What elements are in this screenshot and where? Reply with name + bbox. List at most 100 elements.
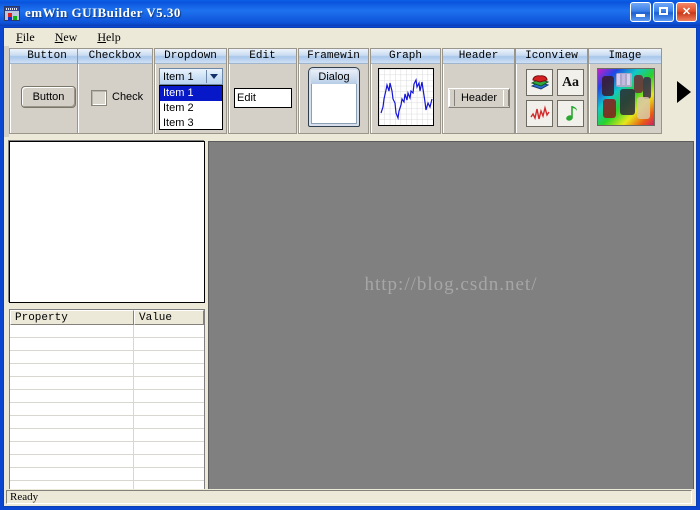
widget-preview-checkbox-label: Check <box>112 91 144 103</box>
property-row[interactable] <box>10 429 204 442</box>
property-row[interactable] <box>10 455 204 468</box>
books-icon[interactable] <box>526 69 553 96</box>
toolbox-panel-edit[interactable]: Edit Edit <box>228 48 297 134</box>
property-value-cell[interactable] <box>134 325 204 337</box>
widget-toolbox: Button Button Checkbox Check Dropdown It… <box>4 46 696 139</box>
panel-title-framewin: Framewin <box>299 49 368 64</box>
property-value-cell[interactable] <box>134 364 204 376</box>
property-name-cell[interactable] <box>10 442 134 454</box>
property-grid[interactable]: Property Value <box>9 309 205 499</box>
toolbox-panel-image[interactable]: Image <box>588 48 662 134</box>
dropdown-option-1[interactable]: Item 1 <box>160 86 222 101</box>
toolbox-panel-graph[interactable]: Graph <box>370 48 441 134</box>
widget-preview-framewin[interactable]: Dialog <box>308 67 360 127</box>
property-row[interactable] <box>10 416 204 429</box>
toolbox-panel-iconview[interactable]: Iconview Aa <box>515 48 588 134</box>
widget-tree-pane[interactable] <box>9 141 205 303</box>
property-value-cell[interactable] <box>134 442 204 454</box>
dropdown-option-list[interactable]: Item 1 Item 2 Item 3 <box>159 85 223 130</box>
widget-preview-checkbox-box[interactable] <box>91 90 107 106</box>
menu-bar: File New Help <box>4 28 696 46</box>
panel-title-iconview: Iconview <box>516 49 587 64</box>
property-value-cell[interactable] <box>134 390 204 402</box>
menu-item-new[interactable]: New <box>47 29 86 46</box>
iconview-aa-label: Aa <box>561 74 580 90</box>
property-row[interactable] <box>10 442 204 455</box>
property-name-cell[interactable] <box>10 429 134 441</box>
music-note-icon[interactable] <box>557 100 584 127</box>
dropdown-option-2[interactable]: Item 2 <box>160 101 222 116</box>
property-column-header[interactable]: Property <box>10 310 134 325</box>
maximize-button[interactable] <box>653 2 674 22</box>
property-row[interactable] <box>10 338 204 351</box>
dropdown-selected-value: Item 1 <box>163 70 194 83</box>
client-area: File New Help Button Button Checkbox Che… <box>3 27 697 507</box>
text-aa-icon[interactable]: Aa <box>557 69 584 96</box>
triangle-right-icon <box>677 80 691 103</box>
toolbox-panel-checkbox[interactable]: Checkbox Check <box>77 48 153 134</box>
application-window: emWin GUIBuilder V5.30 ✕ File New Help B <box>0 0 700 510</box>
widget-preview-header[interactable]: Header <box>448 88 510 108</box>
property-row[interactable] <box>10 325 204 338</box>
property-row[interactable] <box>10 351 204 364</box>
property-row[interactable] <box>10 364 204 377</box>
toolbox-panel-button[interactable]: Button Button <box>9 48 85 134</box>
property-name-cell[interactable] <box>10 390 134 402</box>
panel-body-edit: Edit <box>229 64 296 134</box>
property-value-cell[interactable] <box>134 338 204 350</box>
property-name-cell[interactable] <box>10 416 134 428</box>
panel-title-checkbox: Checkbox <box>78 49 152 64</box>
menu-item-help[interactable]: Help <box>89 29 128 46</box>
property-value-cell[interactable] <box>134 377 204 389</box>
window-controls: ✕ <box>630 2 697 22</box>
property-row[interactable] <box>10 377 204 390</box>
panel-body-image <box>589 64 661 134</box>
menu-item-file[interactable]: File <box>8 29 43 46</box>
property-grid-header: Property Value <box>10 310 204 325</box>
widget-preview-graph[interactable] <box>378 68 434 126</box>
property-value-cell[interactable] <box>134 351 204 363</box>
widget-preview-image[interactable] <box>597 68 655 126</box>
property-value-cell[interactable] <box>134 455 204 467</box>
toolbox-panel-dropdown[interactable]: Dropdown Item 1 Item 1 Item 2 Item 3 <box>154 48 227 134</box>
property-name-cell[interactable] <box>10 364 134 376</box>
property-name-cell[interactable] <box>10 455 134 467</box>
app-window-icon <box>4 5 20 21</box>
property-row[interactable] <box>10 403 204 416</box>
design-canvas[interactable]: http://blog.csdn.net/ <box>208 141 694 499</box>
property-name-cell[interactable] <box>10 377 134 389</box>
property-row[interactable] <box>10 468 204 481</box>
dropdown-option-3[interactable]: Item 3 <box>160 116 222 131</box>
minimize-button[interactable] <box>630 2 651 22</box>
value-column-header[interactable]: Value <box>134 310 204 325</box>
property-name-cell[interactable] <box>10 351 134 363</box>
menu-file-rest: ile <box>22 29 35 44</box>
status-bar: Ready <box>4 489 696 506</box>
widget-preview-button[interactable]: Button <box>21 86 76 108</box>
menu-new-rest: ew <box>63 29 78 44</box>
property-value-cell[interactable] <box>134 468 204 480</box>
close-button[interactable]: ✕ <box>676 2 697 22</box>
menu-help-accel: H <box>97 29 107 44</box>
widget-preview-edit[interactable]: Edit <box>234 88 292 108</box>
property-name-cell[interactable] <box>10 403 134 415</box>
iconview-icon-grid: Aa <box>526 69 584 127</box>
property-name-cell[interactable] <box>10 338 134 350</box>
panel-title-edit: Edit <box>229 49 296 64</box>
toolbox-panel-header[interactable]: Header Header <box>442 48 515 134</box>
toolbox-panel-framewin[interactable]: Framewin Dialog <box>298 48 369 134</box>
image-collage-icon <box>598 69 654 125</box>
panel-title-graph: Graph <box>371 49 440 64</box>
property-value-cell[interactable] <box>134 416 204 428</box>
property-name-cell[interactable] <box>10 325 134 337</box>
waveform-icon[interactable] <box>526 100 553 127</box>
widget-preview-dropdown-head[interactable]: Item 1 <box>159 68 223 85</box>
property-value-cell[interactable] <box>134 403 204 415</box>
toolbox-scroll-right-button[interactable] <box>672 46 696 137</box>
property-name-cell[interactable] <box>10 468 134 480</box>
chevron-down-icon[interactable] <box>206 70 221 83</box>
title-bar: emWin GUIBuilder V5.30 ✕ <box>0 0 700 26</box>
property-row[interactable] <box>10 390 204 403</box>
property-value-cell[interactable] <box>134 429 204 441</box>
panel-body-framewin: Dialog <box>299 64 368 134</box>
